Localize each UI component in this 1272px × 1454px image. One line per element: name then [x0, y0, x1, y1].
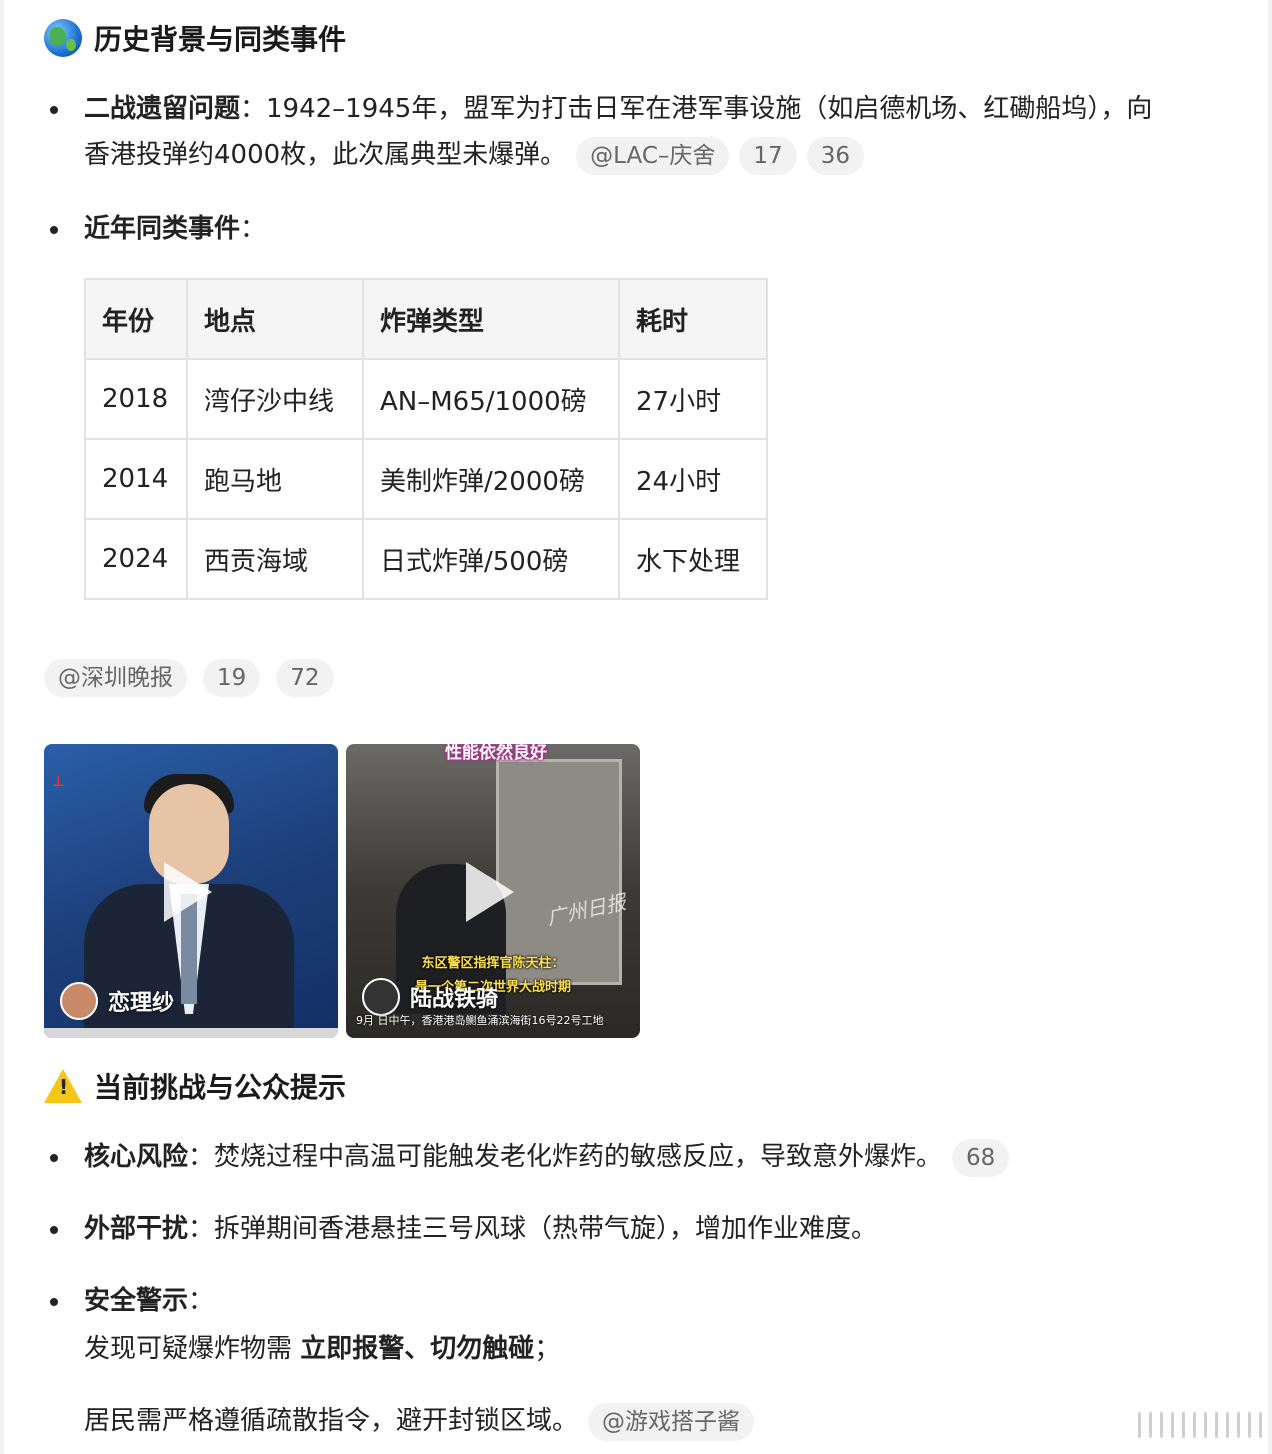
table-cell: 水下处理 [618, 518, 768, 600]
bullet-ww2-issue: 二战遗留问题：1942–1945年，盟军为打击日军在港军事设施（如启德机场、红磡… [50, 86, 1244, 178]
table-cell: 跑马地 [186, 438, 364, 520]
video-caption: 恋理纱 [60, 982, 174, 1020]
video-progress-track [44, 1028, 338, 1038]
table-cell: 24小时 [618, 438, 768, 520]
section-title-text: 历史背景与同类事件 [94, 23, 347, 56]
more-indicator [1138, 1412, 1270, 1438]
bullet-similar-events: 近年同类事件： [49, 206, 267, 252]
avatar [60, 982, 98, 1020]
bullet-core-risk: 核心风险：焚烧过程中高温可能触发老化炸药的敏感反应，导致意外爆炸。 68 [49, 1134, 1010, 1180]
warning-icon: ! [44, 1069, 82, 1103]
table-cell: 西贡海域 [186, 518, 364, 600]
table-cell: 美制炸弹/2000磅 [362, 438, 620, 520]
source-chip[interactable]: @游戏搭子酱 [588, 1402, 755, 1441]
bullet-label: 安全警示 [84, 1286, 189, 1316]
bullet-label: 外部干扰 [84, 1214, 189, 1244]
safety-line2: 居民需严格遵循疏散指令，避开封锁区域。 [84, 1406, 579, 1436]
safety-line1: 发现可疑爆炸物需 立即报警、切勿触碰； [84, 1326, 560, 1372]
table-header-row: 年份 地点 炸弹类型 耗时 [84, 278, 768, 360]
table-header-cell: 耗时 [618, 278, 768, 360]
bullet-safety-warning: 安全警示： 发现可疑爆炸物需 立即报警、切勿触碰； [49, 1278, 560, 1372]
table-cell: 湾仔沙中线 [186, 358, 364, 440]
reference-chip[interactable]: 72 [276, 659, 334, 697]
table-cell: 2014 [84, 438, 188, 520]
table-cell: 2018 [84, 358, 188, 440]
section-title-challenges: ! 当前挑战与公众提示 [44, 1066, 346, 1106]
section-title-history: 历史背景与同类事件 [44, 18, 346, 58]
reference-chip[interactable]: 36 [806, 136, 864, 175]
video-banner: 性能依然良好 [445, 744, 547, 763]
bullet-text: ：拆弹期间香港悬挂三号风球（热带气旋），增加作业难度。 [188, 1214, 878, 1244]
video-subtitle: 9月 日中午，香港港岛鲗鱼涌滨海街16号22号工地 [356, 1014, 604, 1027]
video-author: 陆战铁骑 [410, 987, 499, 1012]
table-cell: AN–M65/1000磅 [362, 358, 620, 440]
bullet-text: ：焚烧过程中高温可能触发老化炸药的敏感反应，导致意外爆炸。 [188, 1142, 943, 1172]
video-caption: 陆战铁骑 [362, 978, 498, 1016]
left-edge [0, 0, 4, 1454]
video-thumbnail-news-anchor[interactable]: ⊥ 恋理纱 [44, 744, 338, 1038]
play-icon[interactable] [466, 862, 514, 922]
right-edge [1268, 0, 1272, 1454]
table-cell: 27小时 [618, 358, 768, 440]
safety-line1-prefix: 发现可疑爆炸物需 [84, 1334, 301, 1364]
bullet-external-interference: 外部干扰：拆弹期间香港悬挂三号风球（热带气旋），增加作业难度。 [49, 1206, 878, 1252]
source-chip[interactable]: @深圳晚报 [44, 659, 187, 697]
reference-chip[interactable]: 17 [739, 136, 797, 175]
table-cell: 日式炸弹/500磅 [362, 518, 620, 600]
globe-icon [44, 19, 82, 57]
bullet-label: 核心风险 [84, 1142, 189, 1172]
table-header-cell: 年份 [84, 278, 188, 360]
safety-line1-emphasis: 立即报警、切勿触碰 [300, 1334, 535, 1364]
bullet-label: 二战遗留问题 [84, 94, 241, 124]
table-row: 2024 西贡海域 日式炸弹/500磅 水下处理 [84, 518, 768, 600]
source-chip[interactable]: @LAC–庆舍 [576, 136, 730, 175]
play-icon[interactable] [164, 862, 212, 922]
video-author: 恋理纱 [108, 991, 175, 1016]
reference-chip[interactable]: 19 [203, 659, 261, 697]
table-row: 2018 湾仔沙中线 AN–M65/1000磅 27小时 [84, 358, 768, 440]
table-row: 2014 跑马地 美制炸弹/2000磅 24小时 [84, 438, 768, 520]
bullet-text-line1: ：1942–1945年，盟军为打击日军在港军事设施（如启德机场、红磡船坞），向 [240, 94, 1153, 124]
safety-line2-row: 居民需严格遵循疏散指令，避开封锁区域。 @游戏搭子酱 [84, 1398, 755, 1444]
avatar [362, 978, 400, 1016]
bullet-label: 近年同类事件 [84, 214, 241, 244]
video-thumbnail-bomb-disposal[interactable]: 性能依然良好 广州日报 东区警区指挥官陈天柱： 是一个第二次世界大战时期 陆战铁… [346, 744, 640, 1038]
section-title-text: 当前挑战与公众提示 [94, 1071, 347, 1104]
table-cell: 2024 [84, 518, 188, 600]
video-subtitle: 东区警区指挥官陈天柱： [421, 956, 565, 971]
reference-chip[interactable]: 68 [952, 1138, 1010, 1177]
bullet-suffix: ： [188, 1286, 215, 1316]
table-header-cell: 地点 [186, 278, 364, 360]
bullet-text-line2: 香港投弹约4000枚，此次属典型未爆弹。 [84, 140, 567, 170]
events-table: 年份 地点 炸弹类型 耗时 2018 湾仔沙中线 AN–M65/1000磅 27… [84, 278, 768, 600]
channel-logo-icon: ⊥ [52, 774, 65, 790]
bullet-suffix: ： [240, 214, 267, 244]
safety-line1-suffix: ； [534, 1334, 561, 1364]
source-row: @深圳晚报 19 72 [44, 659, 350, 697]
table-header-cell: 炸弹类型 [362, 278, 620, 360]
